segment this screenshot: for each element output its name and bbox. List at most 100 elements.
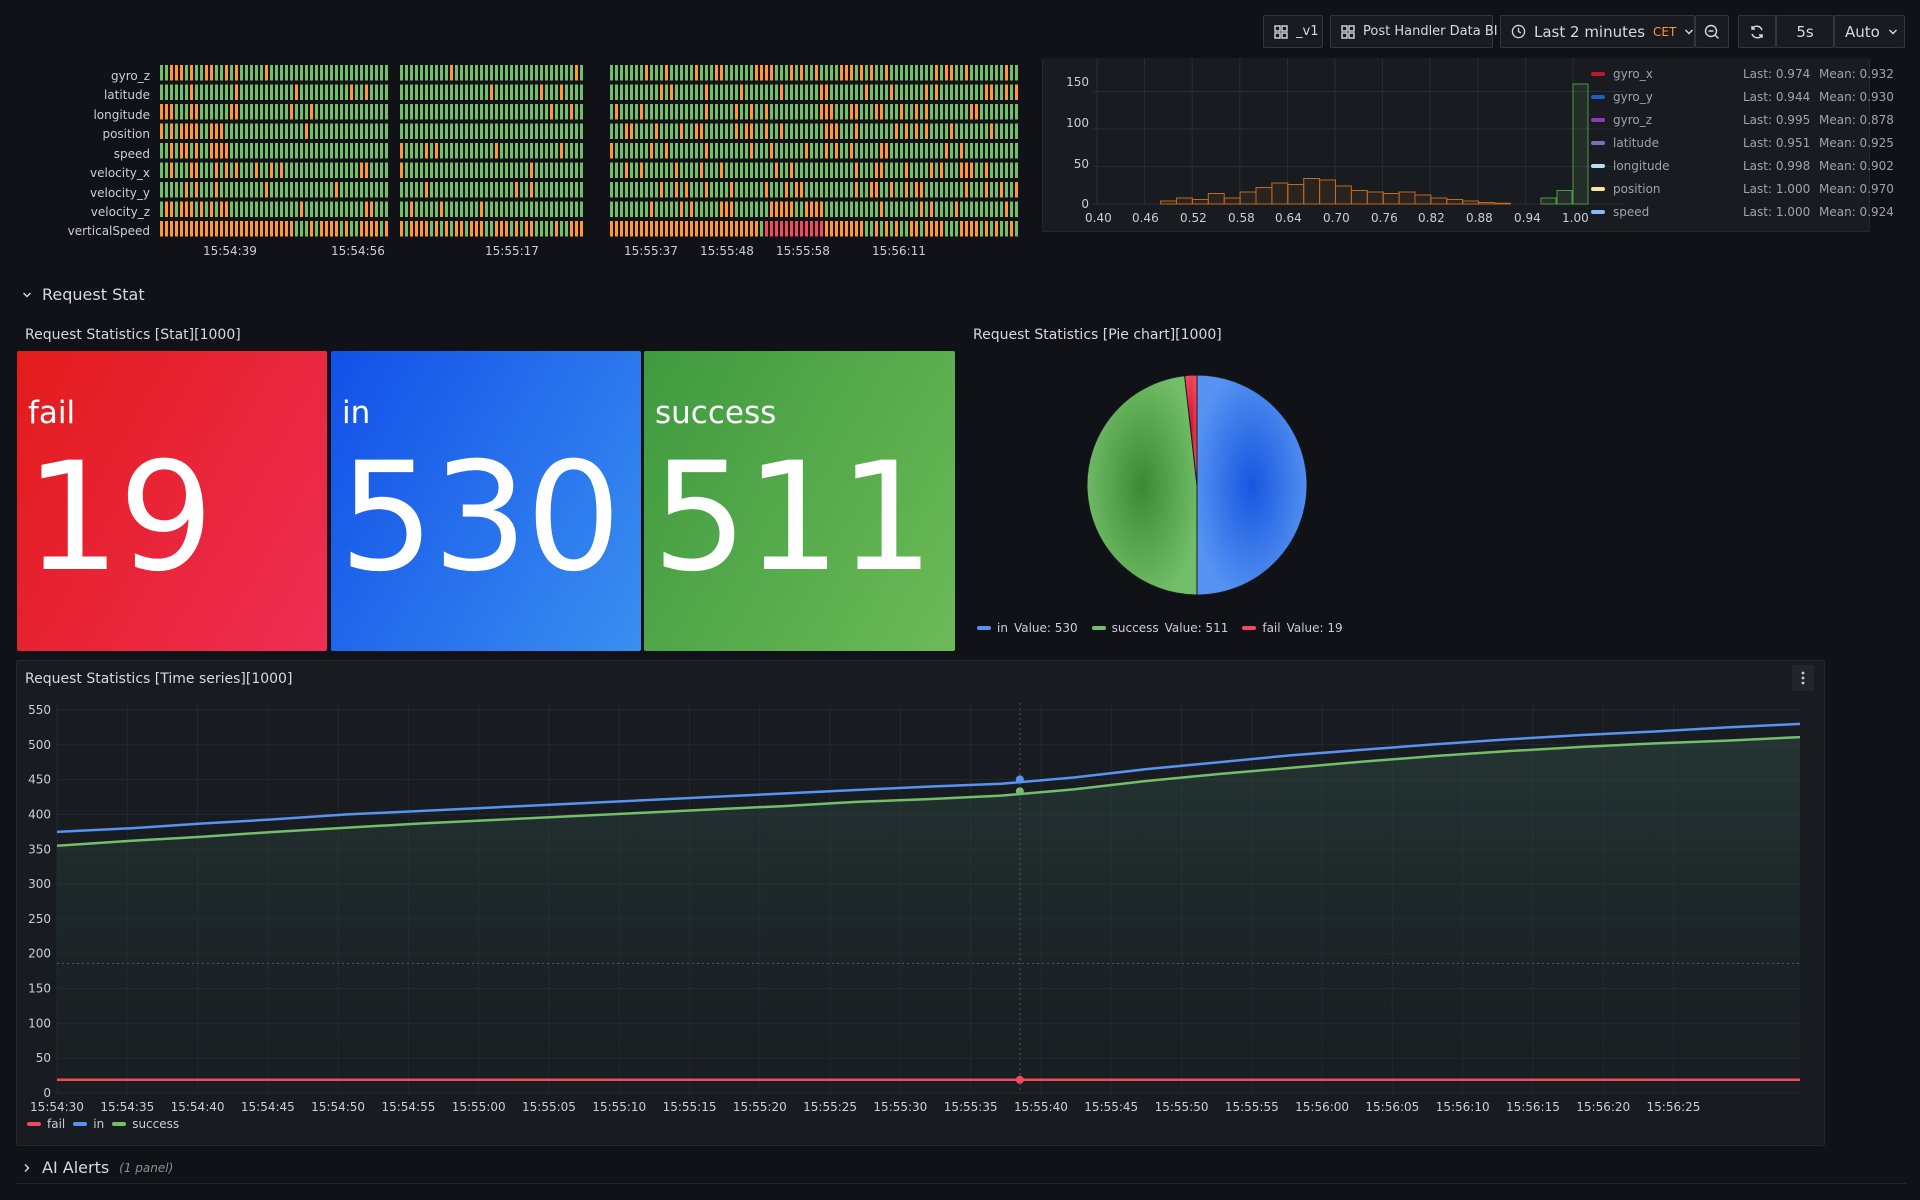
row-label: latitude (103, 88, 150, 102)
histogram-legend-item[interactable]: latitude Last: 0.951 Mean: 0.925 (1591, 132, 1911, 154)
timeline-cell (455, 221, 458, 237)
timeline-cell (215, 143, 218, 159)
timeline-cell (960, 143, 963, 159)
refresh-mode-dropdown[interactable]: Auto (1834, 15, 1905, 48)
refresh-icon (1751, 25, 1763, 38)
timeline-cell (710, 162, 713, 178)
timeline-cell (430, 123, 433, 139)
timeline-cell (490, 201, 493, 217)
zoom-out-button[interactable] (1695, 15, 1729, 48)
timeline-cell (830, 221, 833, 237)
timeline-cell (920, 123, 923, 139)
timeline-cell (965, 162, 968, 178)
refresh-button[interactable] (1738, 15, 1776, 48)
timeline-cell (740, 143, 743, 159)
time-tick: 15:54:39 (203, 244, 257, 258)
timeline-cell (330, 221, 333, 237)
pie-slice-success[interactable] (1086, 375, 1198, 596)
histogram-legend-item[interactable]: gyro_y Last: 0.944 Mean: 0.930 (1591, 86, 1911, 108)
timeline-cell (965, 201, 968, 217)
pie-legend-item-success[interactable]: success Value: 511 (1091, 621, 1228, 635)
timeline-cell (655, 221, 658, 237)
timeline-cell (225, 84, 228, 100)
timeline-cell (435, 143, 438, 159)
timeline-cell (490, 104, 493, 120)
timeline-cell (195, 65, 198, 81)
timeline-cell (780, 104, 783, 120)
timeline-cell (165, 182, 168, 198)
timeline-cell (430, 162, 433, 178)
timeline-cell (450, 182, 453, 198)
timeline-cell (825, 123, 828, 139)
timeline-cell (380, 201, 383, 217)
stat-in[interactable]: in 530 (331, 351, 641, 651)
timeline-cell (800, 201, 803, 217)
time-tick: 15:55:58 (776, 244, 830, 258)
timeline-cell (475, 221, 478, 237)
timeline-cell (170, 182, 173, 198)
timeline-cell (795, 162, 798, 178)
row-header-ai-alerts[interactable]: AI Alerts (1 panel) (22, 1158, 173, 1177)
ts-legend-item-in[interactable]: in (73, 1117, 104, 1131)
timeline-cell (455, 143, 458, 159)
timeline-cell (625, 221, 628, 237)
timeline-cell (295, 221, 298, 237)
timeline-cell (425, 201, 428, 217)
timeline-cell (280, 182, 283, 198)
panel-menu-button[interactable] (1792, 665, 1814, 691)
timeline-cell (840, 182, 843, 198)
timeline-cell (770, 162, 773, 178)
timeline-cell (850, 65, 853, 81)
pie-slice-in[interactable] (1196, 374, 1308, 596)
dashboard-post-handler-button[interactable]: Post Handler Data BI (1330, 15, 1498, 48)
timeline-cell (510, 182, 513, 198)
refresh-interval-button[interactable]: 5s (1776, 15, 1834, 48)
timeline-cell (520, 104, 523, 120)
histogram-legend-item[interactable]: gyro_z Last: 0.995 Mean: 0.878 (1591, 109, 1911, 131)
stat-value: 19 (25, 431, 214, 605)
timeline-cell (920, 65, 923, 81)
row-label: verticalSpeed (67, 224, 150, 238)
time-range-picker[interactable]: Last 2 minutes CET (1500, 15, 1695, 48)
timeline-cell (850, 162, 853, 178)
histogram-legend-item[interactable]: position Last: 1.000 Mean: 0.970 (1591, 178, 1911, 200)
timeline-cell (695, 221, 698, 237)
histogram-legend-item[interactable]: gyro_x Last: 0.974 Mean: 0.932 (1591, 63, 1911, 85)
timeline-cell (720, 104, 723, 120)
dashboard-v1-button[interactable]: _v1 (1263, 15, 1323, 48)
ts-legend-item-success[interactable]: success (112, 1117, 179, 1131)
timeline-cell (640, 182, 643, 198)
timeline-cell (615, 65, 618, 81)
timeline-cell (990, 182, 993, 198)
timeline-cell (450, 65, 453, 81)
timeline-cell (660, 123, 663, 139)
timeline-cell (565, 162, 568, 178)
timeline-cell (500, 221, 503, 237)
timeline-cell (165, 143, 168, 159)
timeline-cell (635, 104, 638, 120)
legend-last: Last: 0.974 (1743, 67, 1811, 81)
timeline-cell (170, 123, 173, 139)
timeline-cell (295, 123, 298, 139)
pie-legend-item-in[interactable]: in Value: 530 (977, 621, 1078, 635)
stat-fail[interactable]: fail 19 (17, 351, 327, 651)
timeline-cell (285, 104, 288, 120)
chevron-right-icon (24, 1163, 30, 1172)
stat-success[interactable]: success 511 (644, 351, 955, 651)
histogram-legend-item[interactable]: speed Last: 1.000 Mean: 0.924 (1591, 201, 1911, 223)
timeline-cell (850, 182, 853, 198)
x-tick-label: 15:55:15 (663, 1100, 717, 1111)
x-tick: 0.58 (1228, 211, 1255, 225)
timeline-cell (405, 162, 408, 178)
row-header-request-stat[interactable]: Request Stat (22, 285, 145, 304)
timeline-cell (330, 123, 333, 139)
timeline-cell (975, 201, 978, 217)
timeline-cell (245, 65, 248, 81)
pie-legend-item-fail[interactable]: fail Value: 19 (1242, 621, 1343, 635)
timeline-cell (410, 162, 413, 178)
timeline-cell (700, 123, 703, 139)
ts-legend-item-fail[interactable]: fail (27, 1117, 65, 1131)
histogram-legend-item[interactable]: longitude Last: 0.998 Mean: 0.902 (1591, 155, 1911, 177)
y-tick-label: 550 (28, 703, 51, 717)
timeline-cell (825, 84, 828, 100)
